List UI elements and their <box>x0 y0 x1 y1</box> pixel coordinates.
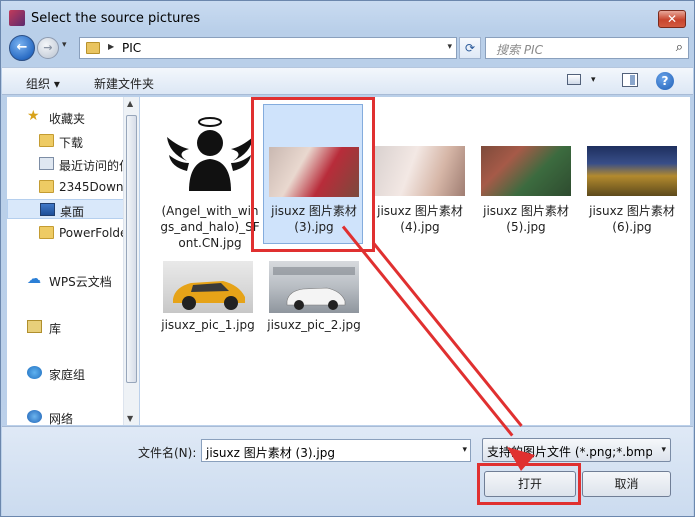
breadcrumb-arrow-icon[interactable]: ▶ <box>108 42 114 51</box>
scroll-down-icon[interactable]: ▼ <box>127 414 133 423</box>
address-bar[interactable]: ▶ PIC ▾ <box>79 37 457 59</box>
sidebar-item-powerfolders[interactable]: PowerFolders <box>7 223 125 243</box>
recent-pages-dropdown-icon[interactable]: ▾ <box>62 40 67 50</box>
navigation-pane: ★ 收藏夹 下载 最近访问的位置 2345Downloads 桌面 PowerF… <box>7 97 139 427</box>
file-list-pane: (Angel_with_wings_and_halo)_SFont.CN.jpg… <box>140 97 690 425</box>
folder-icon <box>86 42 100 54</box>
photo-thumbnail <box>269 261 359 313</box>
sidebar-item-desktop[interactable]: 桌面 <box>7 199 125 219</box>
file-item[interactable]: jisuxz 图片素材 (5).jpg <box>476 107 576 247</box>
sidebar-item-2345downloads[interactable]: 2345Downloads <box>7 177 125 197</box>
sidebar-item-wps-cloud[interactable]: ☁ WPS云文档 <box>7 270 125 290</box>
file-name: jisuxz_pic_1.jpg <box>161 318 255 332</box>
address-dropdown-icon[interactable]: ▾ <box>447 42 452 52</box>
forward-button[interactable]: → <box>37 37 59 59</box>
angel-thumbnail <box>165 113 255 199</box>
photo-thumbnail <box>375 146 465 196</box>
sidebar-item-label: 下载 <box>59 136 84 150</box>
photo-thumbnail <box>481 146 571 196</box>
star-icon: ★ <box>27 108 40 124</box>
sidebar-item-label: 收藏夹 <box>49 112 86 126</box>
new-folder-button[interactable]: 新建文件夹 <box>94 75 154 92</box>
sidebar-item-label: 网络 <box>49 412 74 426</box>
filename-value[interactable]: jisuxz 图片素材 (3).jpg <box>206 444 335 461</box>
app-icon <box>9 10 25 26</box>
sidebar-item-label: 最近访问的位置 <box>59 159 125 173</box>
sidebar-item-label: 2345Downloads <box>59 180 125 194</box>
file-item[interactable]: jisuxz 图片素材 (6).jpg <box>582 107 682 247</box>
organize-button[interactable]: 组织 ▾ <box>26 75 60 92</box>
sidebar-item-label: 库 <box>49 322 62 336</box>
file-name: (Angel_with_wings_and_halo)_SFont.CN.jpg <box>160 204 260 250</box>
library-icon <box>27 320 42 333</box>
sidebar-item-favorites[interactable]: ★ 收藏夹 <box>7 107 125 127</box>
sidebar-item-label: WPS云文档 <box>49 275 112 289</box>
back-button[interactable]: ← <box>9 35 35 61</box>
dialog-footer: 文件名(N): jisuxz 图片素材 (3).jpg ▾ 支持的图片文件 (*… <box>2 426 693 516</box>
search-input[interactable]: 搜索 PIC ⌕ <box>485 37 689 59</box>
folder-icon <box>39 226 54 239</box>
breadcrumb-path[interactable]: PIC <box>122 41 141 55</box>
sidebar-item-downloads[interactable]: 下载 <box>7 131 125 151</box>
scrollbar-thumb[interactable] <box>126 115 137 383</box>
search-placeholder: 搜索 PIC <box>496 43 543 57</box>
file-name: jisuxz 图片素材 (5).jpg <box>483 204 569 234</box>
sidebar-item-homegroup[interactable]: 家庭组 <box>7 363 125 383</box>
view-dropdown-icon[interactable]: ▾ <box>591 75 596 85</box>
sidebar-item-recent-places[interactable]: 最近访问的位置 <box>7 154 125 174</box>
command-toolbar: 组织 ▾ 新建文件夹 ▾ ? <box>2 67 693 95</box>
annotation-arrowhead-icon <box>507 447 535 471</box>
sidebar-item-libraries[interactable]: 库 <box>7 317 125 337</box>
car-icon <box>173 281 245 310</box>
file-item[interactable]: jisuxz_pic_2.jpg <box>264 255 364 335</box>
cancel-button[interactable]: 取消 <box>582 471 671 497</box>
folder-icon <box>39 180 54 193</box>
filename-label: 文件名(N): <box>138 446 197 460</box>
window-title: Select the source pictures <box>31 11 201 26</box>
sidebar-item-label: PowerFolders <box>59 226 125 240</box>
photo-thumbnail <box>163 261 253 313</box>
sidebar-item-network[interactable]: 网络 <box>7 407 125 427</box>
folder-icon <box>39 134 54 147</box>
scroll-up-icon[interactable]: ▲ <box>127 99 133 108</box>
recent-places-icon <box>39 157 54 170</box>
preview-pane-icon[interactable] <box>622 73 638 87</box>
file-name: jisuxz 图片素材 (4).jpg <box>377 204 463 234</box>
network-icon <box>27 410 42 423</box>
file-name: jisuxz_pic_2.jpg <box>267 318 361 332</box>
sidebar-item-label: 桌面 <box>60 205 85 219</box>
navigation-bar: ← → ▾ ▶ PIC ▾ ⟳ 搜索 PIC ⌕ <box>7 34 690 61</box>
car-icon <box>273 267 355 310</box>
change-view-icon[interactable] <box>567 74 581 85</box>
search-icon[interactable]: ⌕ <box>676 40 683 55</box>
help-icon[interactable]: ? <box>656 72 674 90</box>
filename-dropdown-icon[interactable]: ▾ <box>462 445 467 455</box>
file-type-dropdown-icon[interactable]: ▾ <box>661 445 666 455</box>
annotation-highlight-box <box>251 97 375 252</box>
navigation-scrollbar[interactable]: ▲ ▼ <box>123 97 139 425</box>
file-name: jisuxz 图片素材 (6).jpg <box>589 204 675 234</box>
title-bar: Select the source pictures ✕ <box>1 1 694 35</box>
photo-thumbnail <box>587 146 677 196</box>
desktop-icon <box>40 203 55 216</box>
angel-icon <box>167 117 253 191</box>
close-button[interactable]: ✕ <box>658 10 686 28</box>
cloud-icon: ☁ <box>27 271 41 287</box>
file-item[interactable]: jisuxz 图片素材 (4).jpg <box>370 107 470 247</box>
filename-input[interactable]: jisuxz 图片素材 (3).jpg ▾ <box>201 439 471 462</box>
refresh-button[interactable]: ⟳ <box>459 37 481 59</box>
file-dialog-window: Select the source pictures ✕ ← → ▾ ▶ PIC… <box>0 0 695 517</box>
file-item[interactable]: jisuxz_pic_1.jpg <box>158 255 258 335</box>
homegroup-icon <box>27 366 42 379</box>
file-item[interactable]: (Angel_with_wings_and_halo)_SFont.CN.jpg <box>160 107 260 257</box>
sidebar-item-label: 家庭组 <box>49 368 86 382</box>
